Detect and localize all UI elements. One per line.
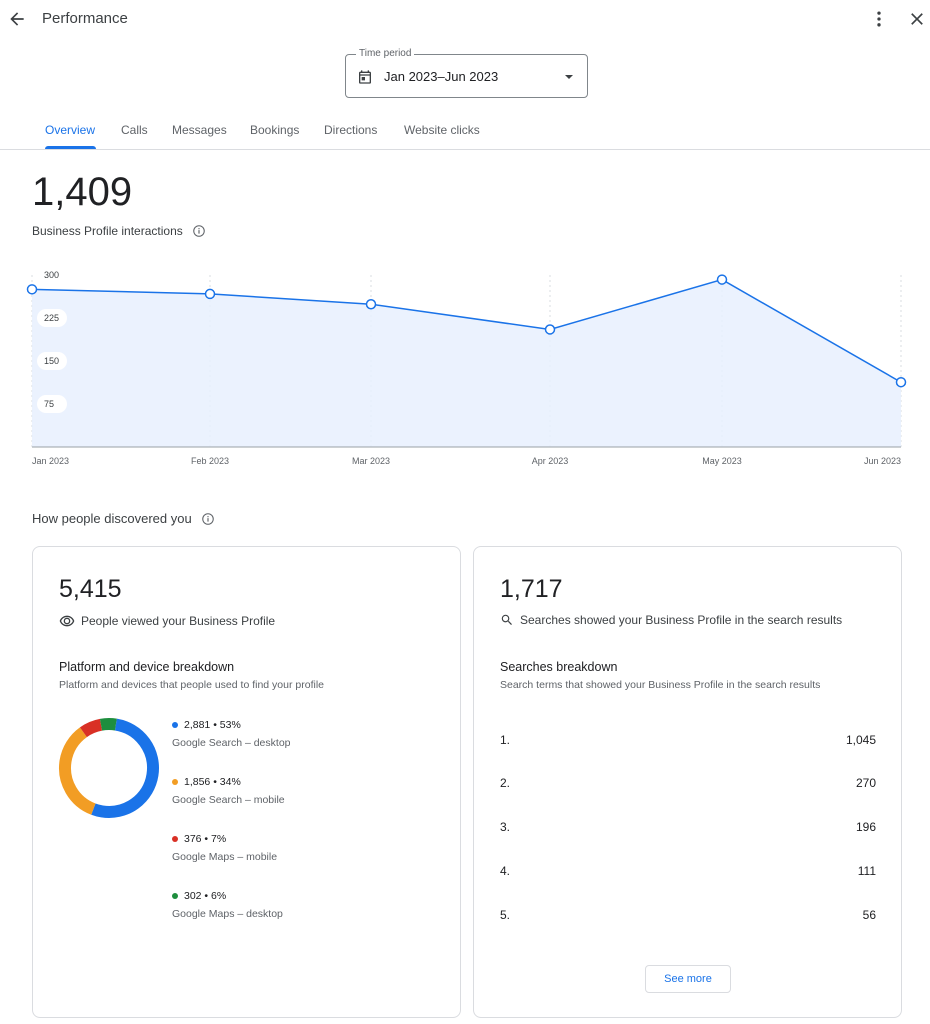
info-icon[interactable]	[192, 224, 206, 238]
profile-views-card: 5,415 People viewed your Business Profil…	[32, 546, 461, 1018]
legend-name: Google Maps – mobile	[172, 851, 278, 863]
search-term-row[interactable]: 2. 270	[500, 776, 876, 792]
search-term-row[interactable]: 1. 1,045	[500, 733, 876, 749]
caret-down-icon	[565, 75, 573, 79]
search-term-rank: 5.	[500, 908, 511, 922]
legend-value: 302 • 6%	[184, 890, 227, 902]
more-options-button[interactable]	[869, 9, 889, 29]
chart-point	[716, 274, 728, 285]
see-more-button[interactable]: See more	[645, 965, 731, 993]
tab-messages[interactable]: Messages	[172, 123, 227, 137]
x-tick-label: Mar 2023	[352, 456, 390, 466]
interactions-chart-svg: 300 225 150 75 Jan 2023 Feb 2023 Mar 2023 Apr 2…	[26, 270, 907, 466]
searches-subtitle: Searches showed your Business Profile in…	[500, 613, 842, 627]
info-icon[interactable]	[201, 512, 215, 526]
back-button[interactable]	[7, 9, 27, 29]
search-term-rank: 2.	[500, 776, 511, 790]
searches-subtitle-text: Searches showed your Business Profile in…	[520, 613, 843, 627]
y-tick-label: 300	[44, 270, 59, 280]
search-term-rank: 1.	[500, 733, 511, 747]
legend-name: Google Search – desktop	[172, 737, 291, 749]
top-bar: Performance	[0, 0, 930, 40]
chart-area	[32, 279, 901, 447]
profile-views-subtitle-text: People viewed your Business Profile	[81, 614, 276, 628]
x-tick-label: Feb 2023	[191, 456, 229, 466]
eye-icon	[59, 615, 75, 627]
x-tick-label: Jan 2023	[32, 456, 69, 466]
search-term-rank: 4.	[500, 864, 511, 878]
search-term-count: 270	[855, 776, 876, 790]
searches-breakdown-title: Searches breakdown	[500, 660, 618, 674]
platform-breakdown-title: Platform and device breakdown	[59, 660, 235, 674]
interactions-total: 1,409	[32, 170, 133, 214]
legend-dot	[172, 836, 178, 842]
search-term-count: 56	[862, 908, 876, 922]
searches-card: 1,717 Searches showed your Business Prof…	[473, 546, 902, 1018]
tab-overview[interactable]: Overview	[45, 123, 95, 137]
search-term-count: 1,045	[845, 733, 876, 747]
chart-point	[204, 288, 216, 300]
legend-item-maps-desktop: 302 • 6% Google Maps – desktop	[172, 890, 283, 920]
search-term-count: 196	[855, 820, 876, 834]
legend-dot	[172, 893, 178, 899]
search-term-rank: 3.	[500, 820, 511, 834]
tab-website-clicks[interactable]: Website clicks	[404, 123, 480, 137]
chart-point	[895, 376, 907, 388]
search-term-row[interactable]: 3. 196	[500, 820, 876, 836]
tab-calls[interactable]: Calls	[121, 123, 148, 137]
legend-name: Google Maps – desktop	[172, 908, 283, 920]
time-period-label: Time period	[356, 48, 415, 59]
legend-value: 1,856 • 34%	[184, 776, 241, 788]
x-tick-label: Apr 2023	[532, 456, 569, 466]
chart-point	[26, 284, 38, 295]
legend-item-search-mobile: 1,856 • 34% Google Search – mobile	[172, 776, 285, 806]
legend-dot	[172, 722, 178, 728]
tab-bookings[interactable]: Bookings	[250, 123, 299, 137]
time-period-value: Jan 2023–Jun 2023	[384, 69, 499, 84]
search-icon	[501, 614, 512, 625]
tab-directions[interactable]: Directions	[324, 123, 377, 137]
search-term-count: 111	[857, 864, 876, 878]
legend-item-maps-mobile: 376 • 7% Google Maps – mobile	[172, 833, 277, 863]
legend-value: 2,881 • 53%	[184, 719, 241, 731]
platform-breakdown-subtitle: Platform and devices that people used to…	[59, 679, 324, 691]
arrow-back-icon	[10, 12, 24, 26]
profile-views-subtitle: People viewed your Business Profile	[59, 613, 275, 629]
interactions-label-text: Business Profile interactions	[32, 224, 183, 238]
searches-total: 1,717	[500, 575, 563, 603]
search-term-row[interactable]: 4. 111	[500, 864, 876, 880]
legend-item-search-desktop: 2,881 • 53% Google Search – desktop	[172, 719, 291, 749]
interactions-chart: 300 225 150 75 Jan 2023 Feb 2023 Mar 2023 Apr 2…	[0, 262, 930, 472]
searches-breakdown-subtitle: Search terms that showed your Business P…	[500, 679, 821, 691]
active-tab-indicator	[45, 146, 96, 149]
y-tick-label: 225	[44, 313, 59, 323]
page-title: Performance	[42, 10, 128, 27]
calendar-icon	[359, 70, 371, 84]
profile-views-total: 5,415	[59, 575, 122, 603]
interactions-label: Business Profile interactions	[32, 224, 206, 238]
legend-value: 376 • 7%	[184, 833, 227, 845]
legend-name: Google Search – mobile	[172, 794, 285, 806]
y-tick-label: 75	[44, 399, 54, 409]
discovery-title-text: How people discovered you	[32, 511, 192, 526]
y-tick-label: 150	[44, 356, 59, 366]
chart-point	[365, 298, 377, 310]
close-button[interactable]	[907, 9, 927, 29]
tab-bar: Overview Calls Messages Bookings Directi…	[0, 112, 930, 150]
chart-point	[544, 324, 556, 335]
time-period-select[interactable]: Time period Jan 2023–Jun 2023	[345, 48, 588, 98]
x-tick-label: May 2023	[702, 456, 742, 466]
search-term-row[interactable]: 5. 56	[500, 908, 876, 924]
platform-donut-chart	[59, 718, 159, 818]
x-tick-label: Jun 2023	[864, 456, 901, 466]
legend-dot	[172, 779, 178, 785]
more-vert-icon	[877, 11, 881, 27]
discovery-section-title: How people discovered you	[32, 511, 215, 526]
close-icon	[911, 13, 923, 25]
